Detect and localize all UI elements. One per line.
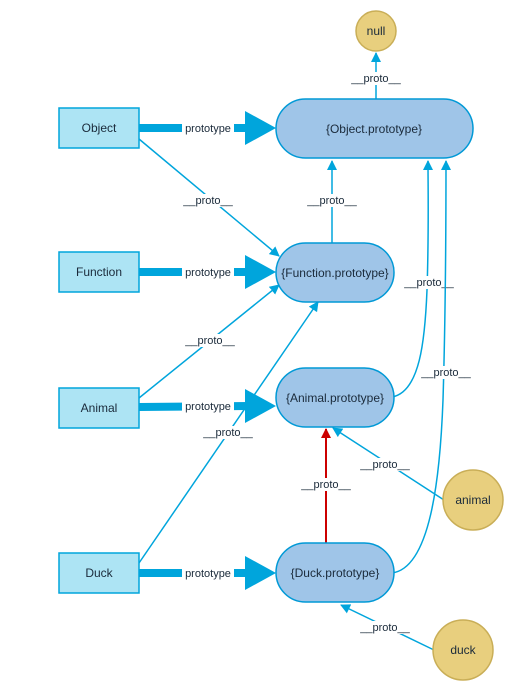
- node-function-prototype[interactable]: {Function.prototype}: [275, 242, 395, 303]
- edge-label: __proto__: [420, 367, 471, 379]
- edge-label: __proto__: [300, 479, 351, 491]
- edge-label: __proto__: [359, 622, 410, 634]
- node-label: Duck: [85, 566, 113, 580]
- node-object-prototype[interactable]: {Object.prototype}: [275, 98, 474, 159]
- node-label: Function: [76, 265, 122, 279]
- edge-function-prototype: prototype: [139, 255, 276, 289]
- edge-label: __proto__: [359, 459, 410, 471]
- edge-object-proto-to-null: __proto__: [350, 52, 402, 99]
- edge-label: __proto__: [350, 73, 401, 85]
- node-label: Object: [82, 121, 117, 135]
- edge-label: __proto__: [184, 335, 235, 347]
- prototype-chain-diagram: __proto__ __proto__ __proto__ __proto__ …: [58, 10, 504, 681]
- edge-duck-instance-to-duck-proto: __proto__: [340, 604, 435, 651]
- node-label: {Object.prototype}: [326, 122, 422, 136]
- node-label: duck: [450, 643, 476, 657]
- edge-label: __proto__: [306, 195, 357, 207]
- edge-label: __proto__: [403, 277, 454, 289]
- edge-label: __proto__: [182, 195, 233, 207]
- edge-label: prototype: [185, 267, 231, 279]
- node-null[interactable]: null: [355, 10, 397, 52]
- edge-label: prototype: [185, 401, 231, 413]
- node-label: {Duck.prototype}: [291, 566, 380, 580]
- edge-label: prototype: [185, 123, 231, 135]
- node-animal-instance[interactable]: animal: [442, 469, 504, 531]
- node-duck-prototype[interactable]: {Duck.prototype}: [275, 542, 395, 603]
- edge-object-to-function-proto: __proto__: [138, 138, 280, 257]
- node-label: Animal: [81, 401, 118, 415]
- edge-duck-prototype: prototype: [139, 556, 276, 590]
- edge-animal-to-function-proto: __proto__: [138, 284, 280, 399]
- edge-label: __proto__: [202, 427, 253, 439]
- edge-duck-proto-to-animal-proto: __proto__: [300, 428, 352, 543]
- edge-object-prototype: prototype: [139, 111, 276, 145]
- edge-function-proto-to-object-proto: __proto__: [306, 160, 358, 243]
- node-animal-prototype[interactable]: {Animal.prototype}: [275, 367, 395, 428]
- node-label: animal: [455, 493, 490, 507]
- node-function-constructor[interactable]: Function: [58, 251, 140, 293]
- node-object-constructor[interactable]: Object: [58, 107, 140, 149]
- node-duck-instance[interactable]: duck: [432, 619, 494, 681]
- node-label: {Function.prototype}: [281, 266, 388, 280]
- node-animal-constructor[interactable]: Animal: [58, 387, 140, 429]
- node-label: null: [367, 24, 386, 38]
- node-label: {Animal.prototype}: [286, 391, 384, 405]
- edge-label: prototype: [185, 568, 231, 580]
- node-duck-constructor[interactable]: Duck: [58, 552, 140, 594]
